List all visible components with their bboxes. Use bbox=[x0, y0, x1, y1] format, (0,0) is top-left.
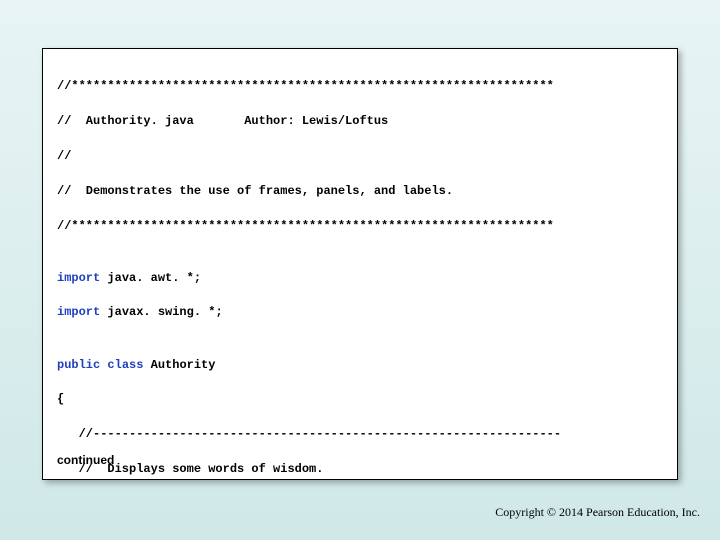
code-text: Authority bbox=[151, 358, 216, 372]
code-text: java. awt. *; bbox=[107, 271, 201, 285]
code-text: javax. swing. *; bbox=[107, 305, 222, 319]
code-line: // bbox=[57, 148, 663, 165]
code-line: //**************************************… bbox=[57, 78, 663, 95]
code-line: //--------------------------------------… bbox=[57, 426, 663, 443]
code-line: //**************************************… bbox=[57, 218, 663, 235]
code-line: // Displays some words of wisdom. bbox=[57, 461, 663, 478]
code-line: import java. awt. *; bbox=[57, 270, 663, 287]
copyright-text: Copyright © 2014 Pearson Education, Inc. bbox=[495, 505, 700, 520]
code-line: public class Authority bbox=[57, 357, 663, 374]
code-line: // Authority. java Author: Lewis/Loftus bbox=[57, 113, 663, 130]
keyword: import bbox=[57, 271, 100, 285]
code-text bbox=[143, 358, 150, 372]
keyword: public bbox=[57, 358, 100, 372]
code-block: //**************************************… bbox=[42, 48, 678, 480]
code-line: import javax. swing. *; bbox=[57, 304, 663, 321]
slide-container: //**************************************… bbox=[0, 0, 720, 540]
continued-label: continued bbox=[57, 452, 114, 469]
code-line: // Demonstrates the use of frames, panel… bbox=[57, 183, 663, 200]
code-line: { bbox=[57, 391, 663, 408]
keyword: import bbox=[57, 305, 100, 319]
keyword: class bbox=[107, 358, 143, 372]
